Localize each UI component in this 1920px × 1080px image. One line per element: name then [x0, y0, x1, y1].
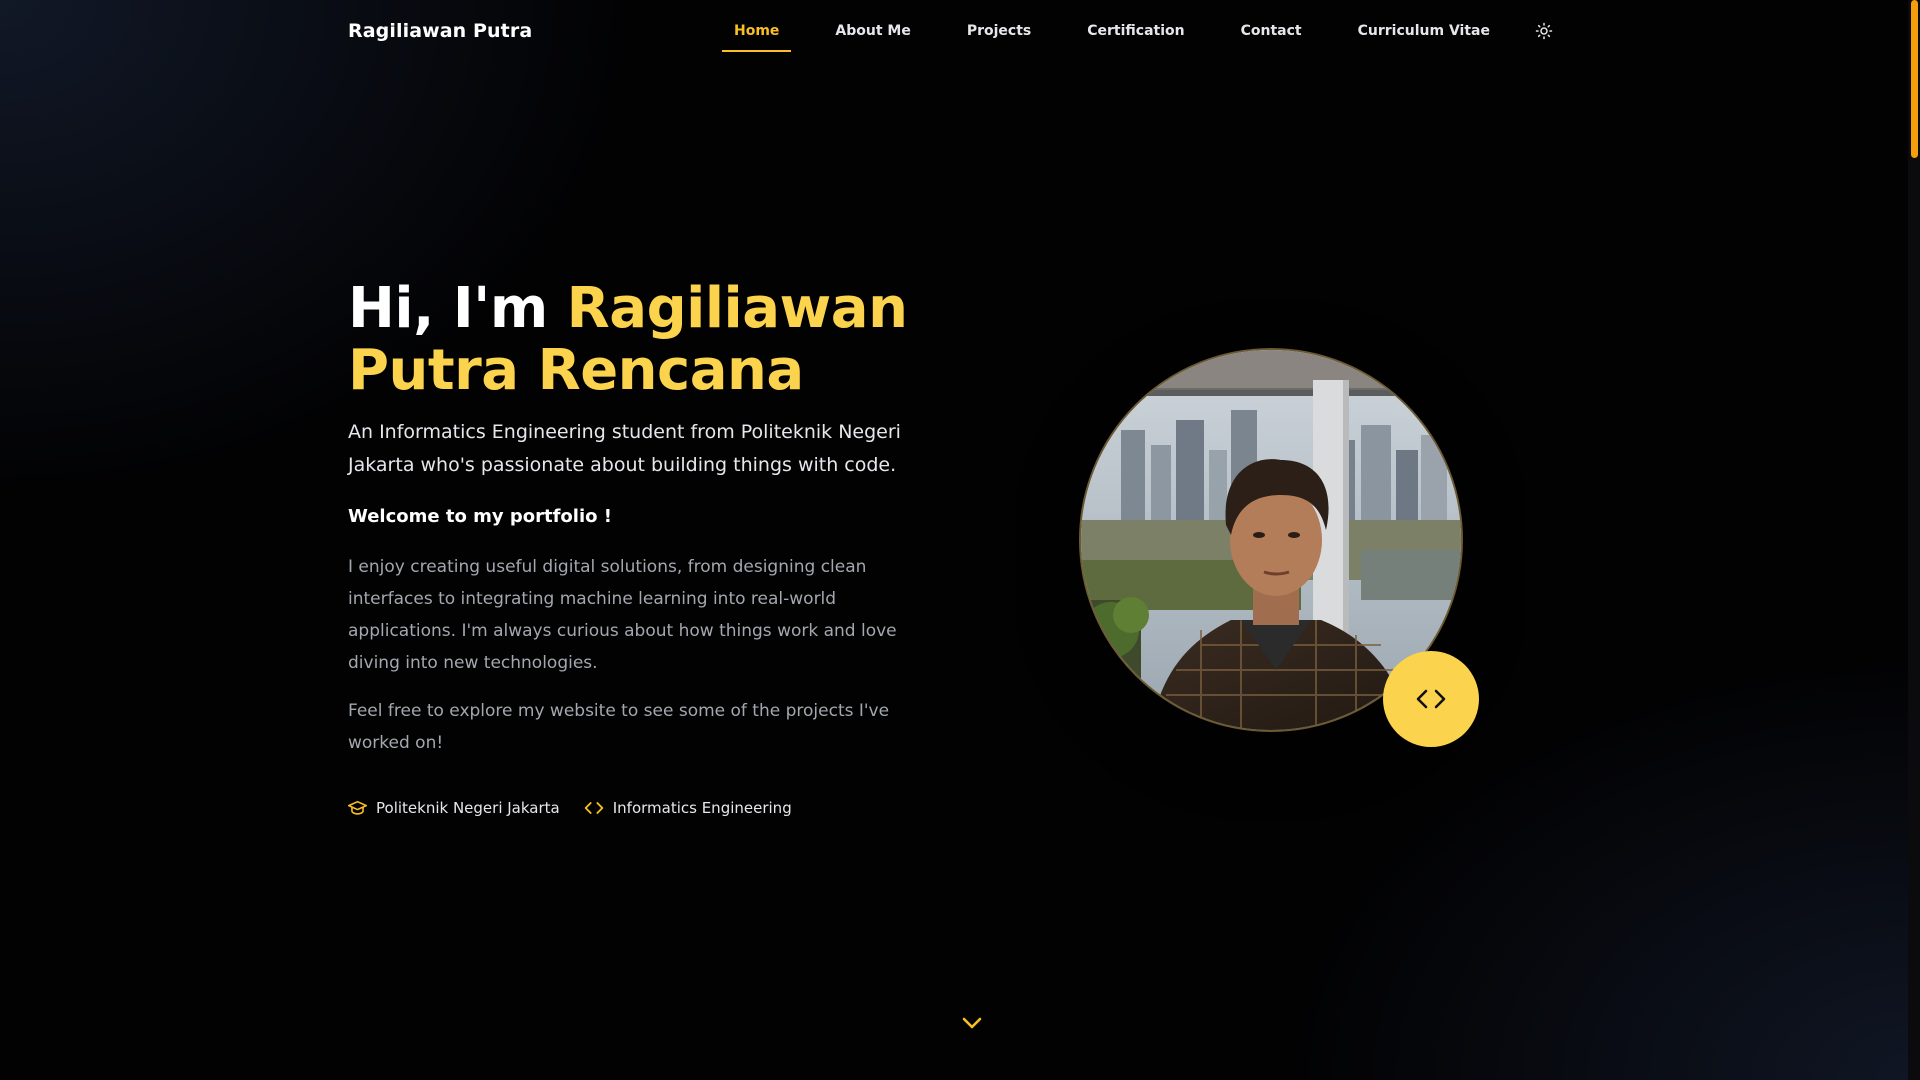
page: Ragiliawan Putra Home About Me Projects …: [0, 0, 1920, 1080]
hero-section: Hi, I'm Ragiliawan Putra Rencana An Info…: [348, 278, 968, 817]
nav-link-projects[interactable]: Projects: [955, 0, 1043, 52]
nav-link-curriculum-vitae[interactable]: Curriculum Vitae: [1346, 0, 1502, 52]
code-badge-button[interactable]: [1383, 651, 1479, 747]
hero-subtitle: An Informatics Engineering student from …: [348, 421, 901, 476]
intro-paragraph: I enjoy creating useful digital solution…: [348, 557, 897, 673]
nav-link-home[interactable]: Home: [721, 0, 792, 52]
hero-greeting: Hi, I'm: [348, 276, 567, 341]
nav-links: Home About Me Projects Certification Con…: [690, 0, 1556, 52]
hero-title: Hi, I'm Ragiliawan Putra Rencana: [348, 278, 968, 402]
hero-tags: Politeknik Negeri Jakarta Informatics En…: [348, 799, 968, 817]
tag-university-label: Politeknik Negeri Jakarta: [376, 799, 560, 817]
chevron-down-icon: [962, 1017, 982, 1029]
scroll-down-button[interactable]: [961, 1014, 983, 1032]
nav-link-about-me[interactable]: About Me: [823, 0, 922, 52]
nav-link-certification[interactable]: Certification: [1075, 0, 1196, 52]
tag-university: Politeknik Negeri Jakarta: [348, 799, 560, 817]
welcome-heading: Welcome to my portfolio !: [348, 506, 612, 527]
scrollbar-thumb[interactable]: [1911, 0, 1918, 158]
tag-major-label: Informatics Engineering: [612, 799, 792, 817]
code-icon: [1416, 689, 1446, 709]
profile-photo-container: [1079, 348, 1479, 747]
site-brand[interactable]: Ragiliawan Putra: [348, 20, 532, 42]
nav-link-contact[interactable]: Contact: [1229, 0, 1314, 52]
theme-toggle-button[interactable]: [1532, 19, 1556, 43]
sun-icon: [1535, 22, 1553, 40]
code-icon: [584, 802, 603, 814]
navbar: Ragiliawan Putra Home About Me Projects …: [348, 0, 1556, 64]
tag-major: Informatics Engineering: [584, 799, 792, 817]
graduation-cap-icon: [348, 800, 367, 815]
scrollbar[interactable]: [1908, 0, 1920, 1080]
explore-paragraph: Feel free to explore my website to see s…: [348, 701, 890, 753]
